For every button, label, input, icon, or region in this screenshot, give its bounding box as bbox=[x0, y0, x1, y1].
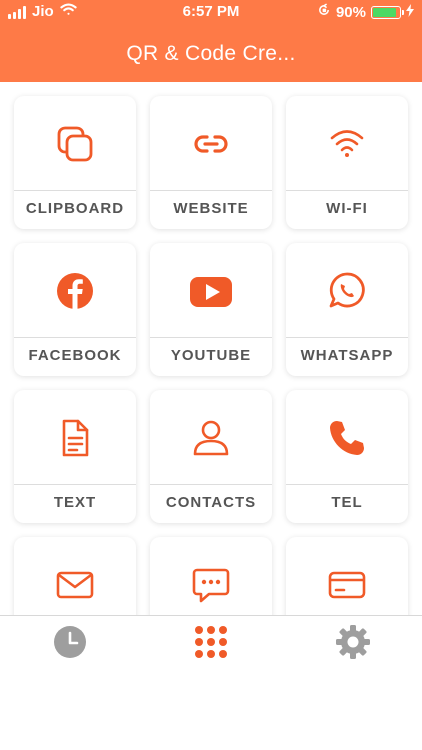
tile-divider bbox=[286, 484, 408, 485]
document-icon bbox=[14, 418, 136, 458]
battery-level bbox=[373, 7, 397, 17]
whatsapp-icon bbox=[286, 271, 408, 311]
status-bar: Jio 6:57 PM 90% bbox=[0, 0, 422, 24]
tile-whatsapp[interactable]: WHATSAPP bbox=[286, 243, 408, 376]
tile-label: WI-FI bbox=[326, 200, 368, 217]
tile-label: CLIPBOARD bbox=[25, 200, 125, 217]
tile-divider bbox=[150, 484, 272, 485]
mail-icon bbox=[14, 565, 136, 605]
link-icon bbox=[150, 124, 272, 164]
tile-label: FACEBOOK bbox=[28, 347, 122, 364]
tile-divider bbox=[286, 190, 408, 191]
tab-history[interactable] bbox=[50, 624, 90, 664]
page-title: QR & Code Cre... bbox=[126, 42, 296, 65]
tile-label: YOUTUBE bbox=[170, 347, 252, 364]
person-icon bbox=[150, 418, 272, 458]
tile-wifi[interactable]: WI-FI bbox=[286, 96, 408, 229]
tile-divider bbox=[150, 337, 272, 338]
card-icon bbox=[286, 565, 408, 605]
tile-divider bbox=[286, 337, 408, 338]
tile-divider bbox=[14, 337, 136, 338]
tab-create[interactable] bbox=[191, 624, 231, 664]
clipboard-icon bbox=[14, 124, 136, 164]
clock-icon bbox=[53, 625, 87, 664]
phone-icon bbox=[286, 418, 408, 458]
tile-divider bbox=[150, 190, 272, 191]
status-right: 90% bbox=[317, 3, 414, 21]
tile-label: WEBSITE bbox=[173, 200, 249, 217]
tile-youtube[interactable]: YOUTUBE bbox=[150, 243, 272, 376]
battery-icon bbox=[371, 5, 404, 19]
tab-bar bbox=[0, 615, 422, 750]
app-header: Jio 6:57 PM 90% QR & Code Cre... bbox=[0, 0, 422, 82]
tile-contacts[interactable]: CONTACTS bbox=[150, 390, 272, 523]
wifi-icon bbox=[286, 124, 408, 164]
tile-divider bbox=[14, 190, 136, 191]
tile-divider bbox=[14, 484, 136, 485]
charging-icon bbox=[406, 3, 414, 21]
tile-sms[interactable] bbox=[150, 537, 272, 615]
tile-card[interactable] bbox=[286, 537, 408, 615]
rotation-lock-icon bbox=[317, 3, 331, 21]
tile-website[interactable]: WEBSITE bbox=[150, 96, 272, 229]
tile-clipboard[interactable]: CLIPBOARD bbox=[14, 96, 136, 229]
youtube-icon bbox=[150, 271, 272, 311]
battery-percent: 90% bbox=[335, 3, 366, 21]
code-type-grid: CLIPBOARD WEBSITE WI-FI FACEBOOK YOUTUBE… bbox=[0, 82, 422, 615]
gear-icon bbox=[335, 624, 371, 665]
tab-settings[interactable] bbox=[333, 624, 373, 664]
sms-icon bbox=[150, 565, 272, 605]
tile-label: WHATSAPP bbox=[300, 347, 394, 364]
facebook-icon bbox=[14, 271, 136, 311]
tile-label: CONTACTS bbox=[165, 494, 257, 511]
grid-icon bbox=[194, 625, 228, 664]
tile-tel[interactable]: TEL bbox=[286, 390, 408, 523]
tile-facebook[interactable]: FACEBOOK bbox=[14, 243, 136, 376]
tile-text[interactable]: TEXT bbox=[14, 390, 136, 523]
tile-label: TEL bbox=[331, 494, 363, 511]
tile-mail[interactable] bbox=[14, 537, 136, 615]
tile-label: TEXT bbox=[53, 494, 97, 511]
